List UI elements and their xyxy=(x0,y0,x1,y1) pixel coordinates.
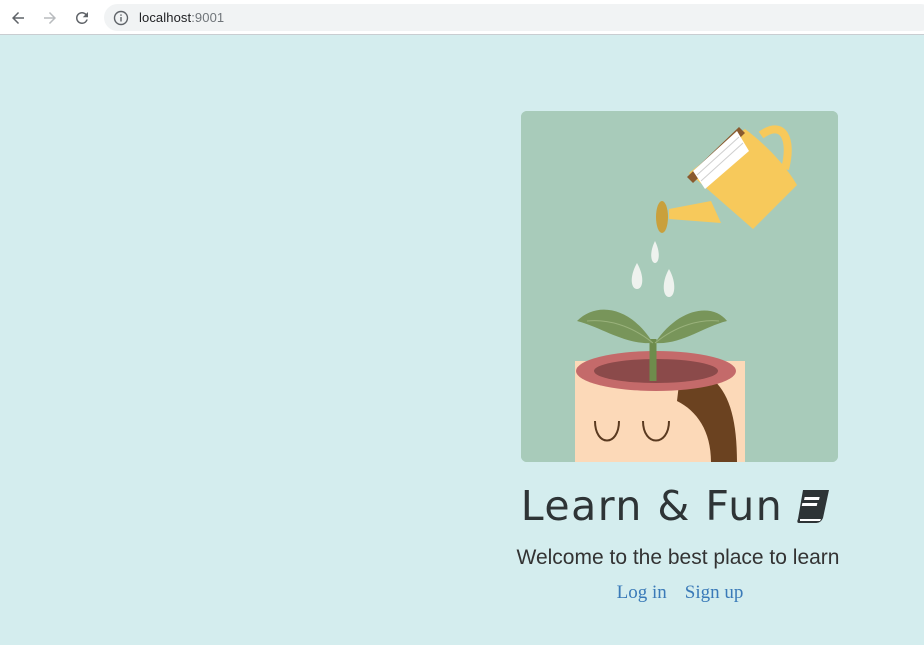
browser-toolbar: localhost:9001 xyxy=(0,0,924,35)
forward-button[interactable] xyxy=(39,7,61,29)
address-bar[interactable]: localhost:9001 xyxy=(104,4,924,31)
page-title-text: Learn & Fun xyxy=(520,482,784,530)
auth-links: Log in Sign up xyxy=(560,582,800,604)
book-icon xyxy=(795,486,835,526)
arrow-left-icon xyxy=(12,12,24,24)
reload-icon xyxy=(76,11,88,24)
url-port: :9001 xyxy=(191,10,225,25)
back-button[interactable] xyxy=(7,7,29,29)
signup-link[interactable]: Sign up xyxy=(685,582,744,604)
arrow-right-icon xyxy=(44,12,56,24)
url-host: localhost xyxy=(139,10,192,25)
page-subtitle: Welcome to the best place to learn xyxy=(516,546,840,569)
hero-illustration xyxy=(521,111,838,462)
reload-button[interactable] xyxy=(71,7,93,29)
info-icon[interactable] xyxy=(113,10,129,26)
login-link[interactable]: Log in xyxy=(617,582,667,604)
page-title: Learn & Fun xyxy=(518,480,838,532)
url-text: localhost:9001 xyxy=(139,10,224,25)
